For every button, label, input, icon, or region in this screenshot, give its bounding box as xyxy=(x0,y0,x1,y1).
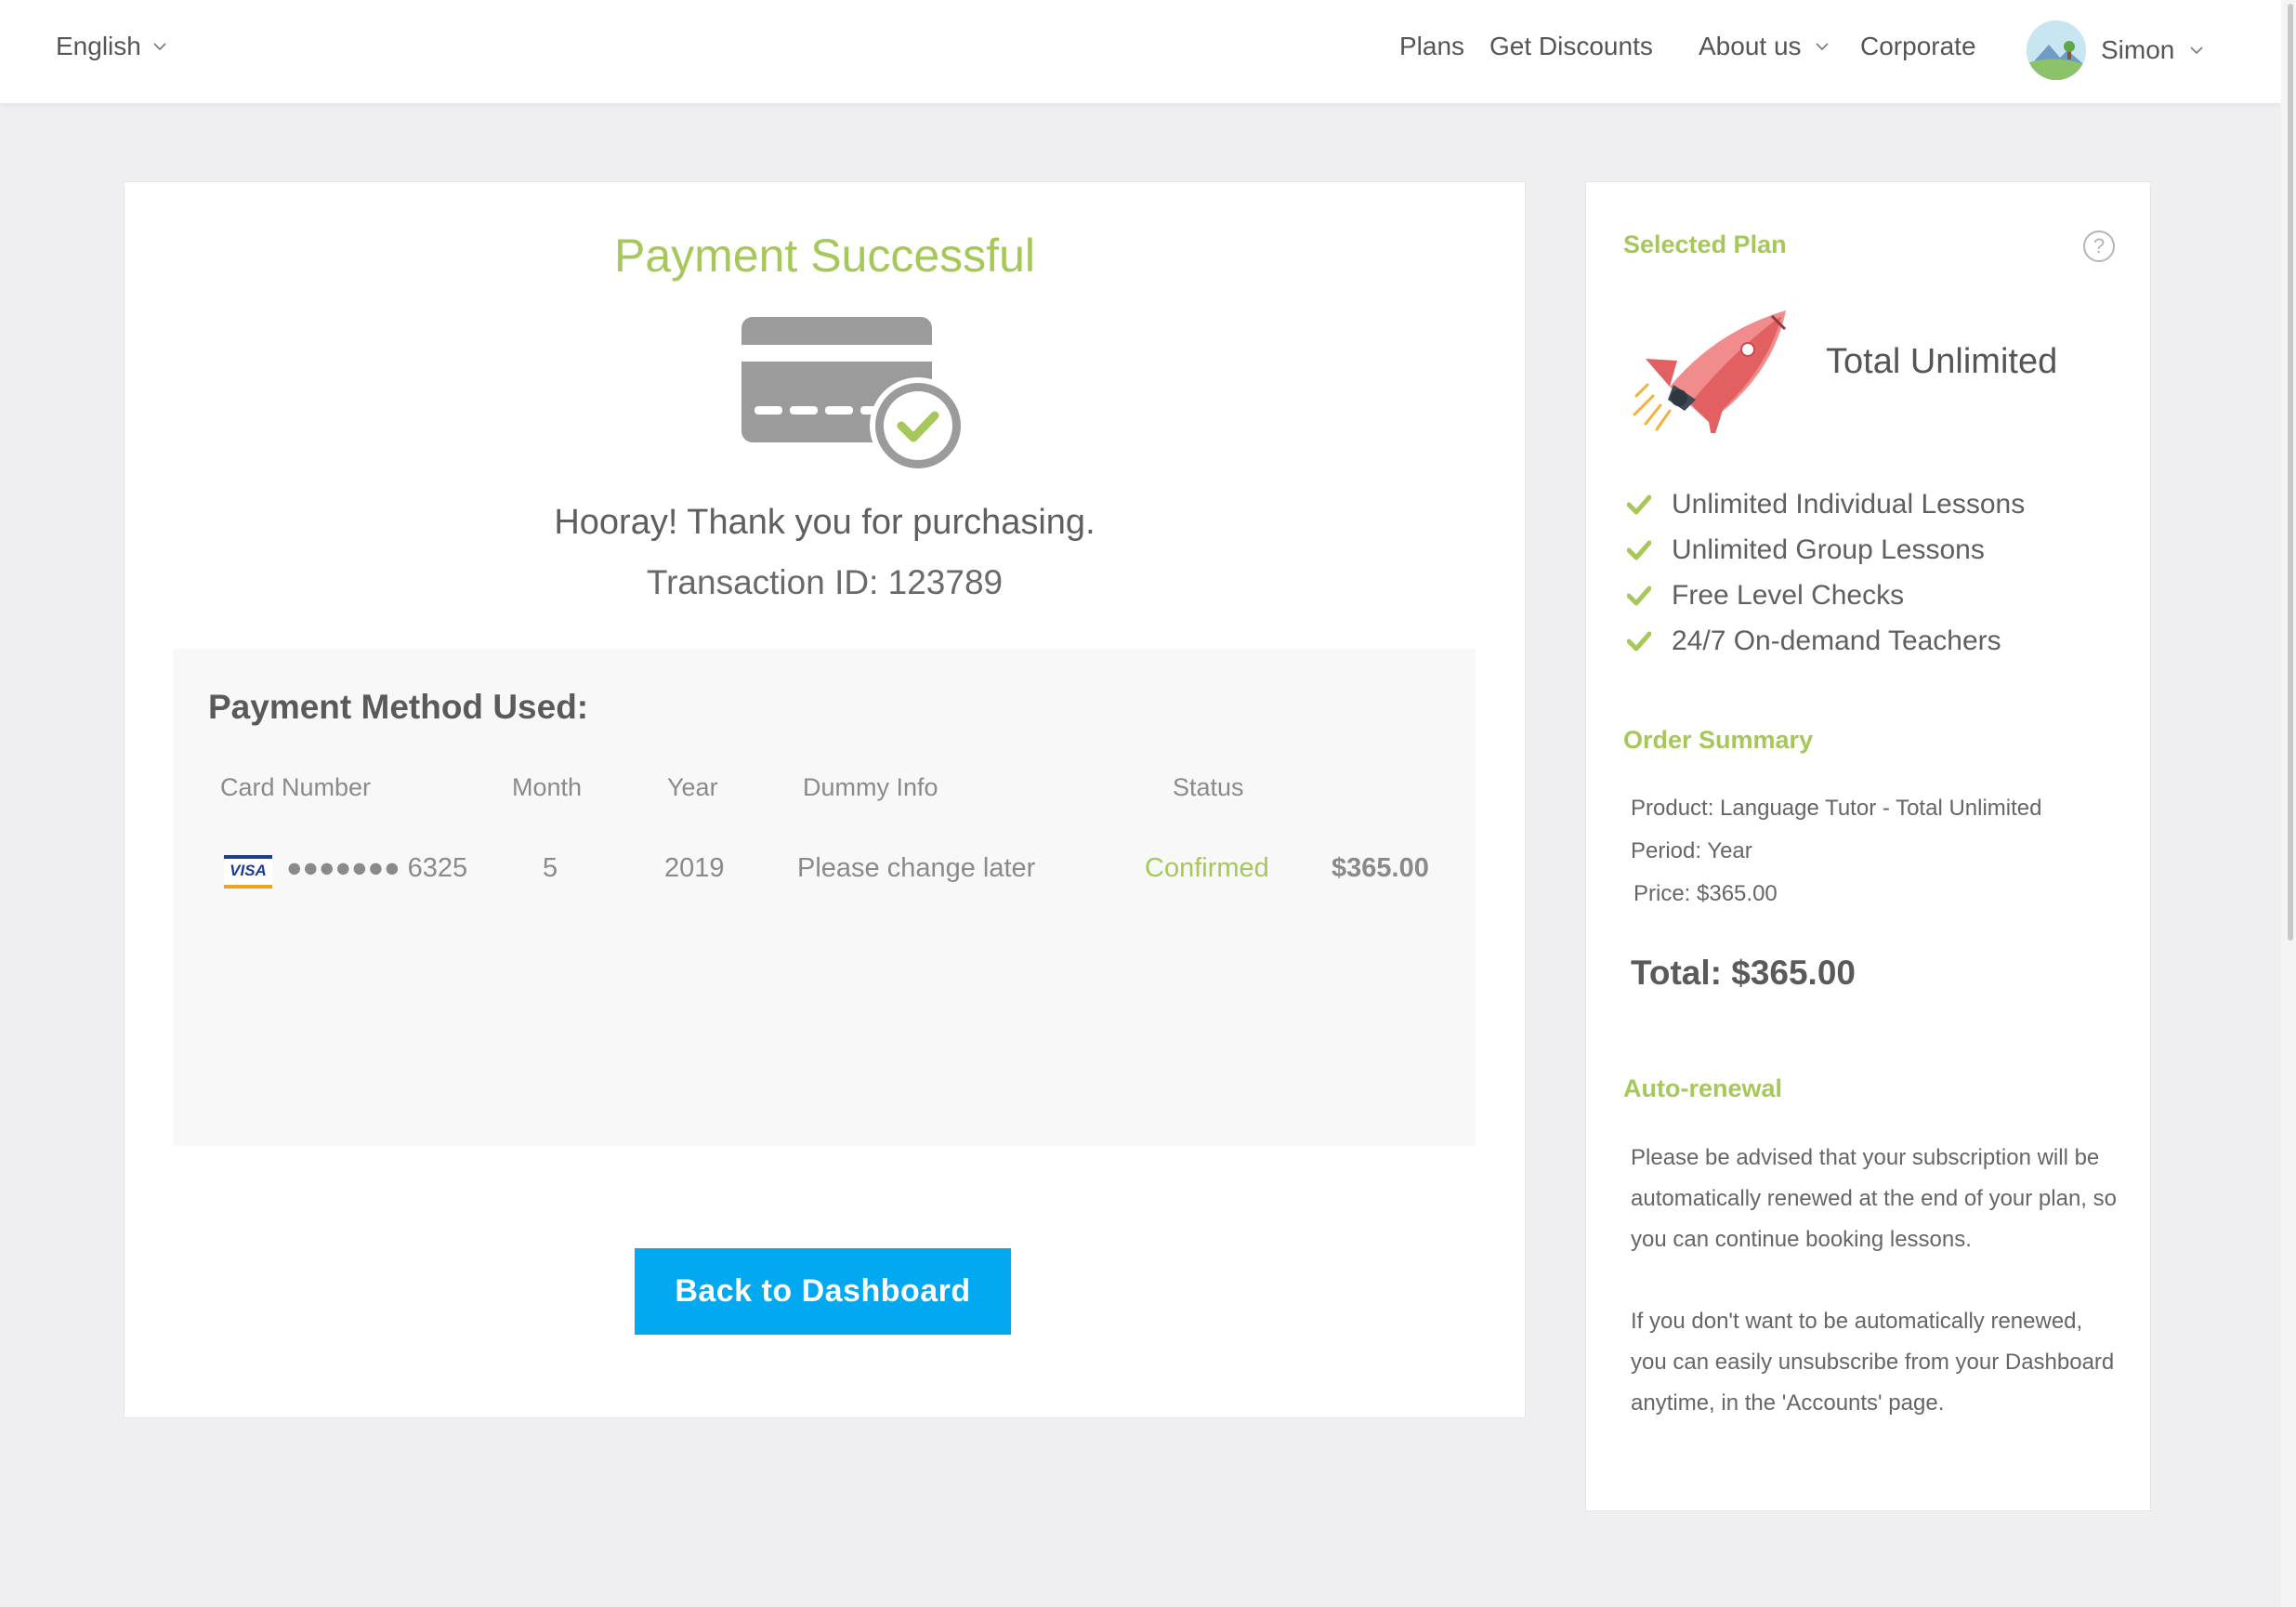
selected-plan-heading: Selected Plan xyxy=(1623,231,1787,258)
feature-label: Unlimited Individual Lessons xyxy=(1672,488,2026,520)
nav-get-discounts[interactable]: Get Discounts xyxy=(1489,32,1653,61)
status-badge: Confirmed xyxy=(1145,853,1269,883)
list-item: Free Level Checks xyxy=(1627,573,2025,618)
top-navigation-bar: English Plans Get Discounts About us Cor… xyxy=(0,0,2281,103)
order-summary-heading: Order Summary xyxy=(1623,726,1814,754)
avatar xyxy=(2027,20,2086,80)
dummy-info-value: Please change later xyxy=(797,853,1036,883)
chevron-down-icon xyxy=(2190,46,2203,55)
user-menu[interactable]: Simon xyxy=(2027,20,2204,80)
language-label: English xyxy=(56,32,141,60)
payment-method-title: Payment Method Used: xyxy=(208,688,589,726)
order-price: Price: $365.00 xyxy=(1633,881,1778,906)
check-icon xyxy=(1627,631,1651,651)
visa-logo: VISA xyxy=(224,855,272,889)
page-title: Payment Successful xyxy=(614,230,1035,282)
feature-label: Unlimited Group Lessons xyxy=(1672,533,1985,565)
nav-about-us[interactable]: About us xyxy=(1699,32,1830,61)
rocket-icon xyxy=(1633,310,1787,433)
card-number-value: ●●●●●●● 6325 xyxy=(286,853,468,883)
chevron-down-icon xyxy=(1815,43,1829,51)
feature-label: Free Level Checks xyxy=(1672,579,1905,611)
plan-name: Total Unlimited xyxy=(1826,342,2058,381)
thank-you-message: Hooray! Thank you for purchasing. xyxy=(554,503,1096,542)
auto-renewal-notice: Please be advised that your subscription… xyxy=(1631,1145,2117,1252)
nav-corporate[interactable]: Corporate xyxy=(1860,32,1976,61)
scrollbar-thumb[interactable] xyxy=(2288,4,2293,941)
check-icon xyxy=(1627,540,1651,560)
user-name: Simon xyxy=(2101,35,2175,64)
order-summary-sidebar: Selected Plan ? Total Unlimited Unlimite… xyxy=(1585,181,2151,1511)
payment-method-panel: Payment Method Used: Card Number Month Y… xyxy=(173,649,1476,1146)
column-header-year: Year xyxy=(667,773,718,801)
list-item: 24/7 On-demand Teachers xyxy=(1627,618,2025,664)
column-header-card-number: Card Number xyxy=(220,773,372,801)
column-header-dummy-info: Dummy Info xyxy=(803,773,938,801)
feature-label: 24/7 On-demand Teachers xyxy=(1672,625,2001,656)
order-product: Product: Language Tutor - Total Unlimite… xyxy=(1631,796,2042,821)
transaction-id: Transaction ID: 123789 xyxy=(646,563,1004,601)
column-header-status: Status xyxy=(1173,773,1244,801)
avatar-landscape-icon xyxy=(2027,20,2086,80)
nav-plans[interactable]: Plans xyxy=(1399,32,1464,61)
back-to-dashboard-button[interactable]: Back to Dashboard xyxy=(635,1248,1011,1335)
unsubscribe-notice: If you don't want to be automatically re… xyxy=(1631,1309,2115,1416)
plan-features-list: Unlimited Individual Lessons Unlimited G… xyxy=(1627,481,2025,664)
check-icon xyxy=(1627,494,1651,514)
nav-about-label: About us xyxy=(1699,32,1802,60)
amount-value: $365.00 xyxy=(1332,853,1429,883)
year-value: 2019 xyxy=(664,853,725,883)
auto-renewal-heading: Auto-renewal xyxy=(1623,1074,1783,1102)
credit-card-check-icon xyxy=(741,317,966,474)
check-icon xyxy=(1627,586,1651,605)
help-icon[interactable]: ? xyxy=(2083,231,2115,262)
order-period: Period: Year xyxy=(1631,838,1752,863)
list-item: Unlimited Group Lessons xyxy=(1627,527,2025,573)
chevron-down-icon xyxy=(153,43,166,51)
column-header-month: Month xyxy=(512,773,583,801)
list-item: Unlimited Individual Lessons xyxy=(1627,481,2025,527)
month-value: 5 xyxy=(543,853,558,883)
order-total: Total: $365.00 xyxy=(1631,954,1856,992)
language-selector[interactable]: English xyxy=(56,32,167,61)
payment-confirmation-card: Payment Successful Hooray! Thank you for… xyxy=(124,181,1526,1418)
